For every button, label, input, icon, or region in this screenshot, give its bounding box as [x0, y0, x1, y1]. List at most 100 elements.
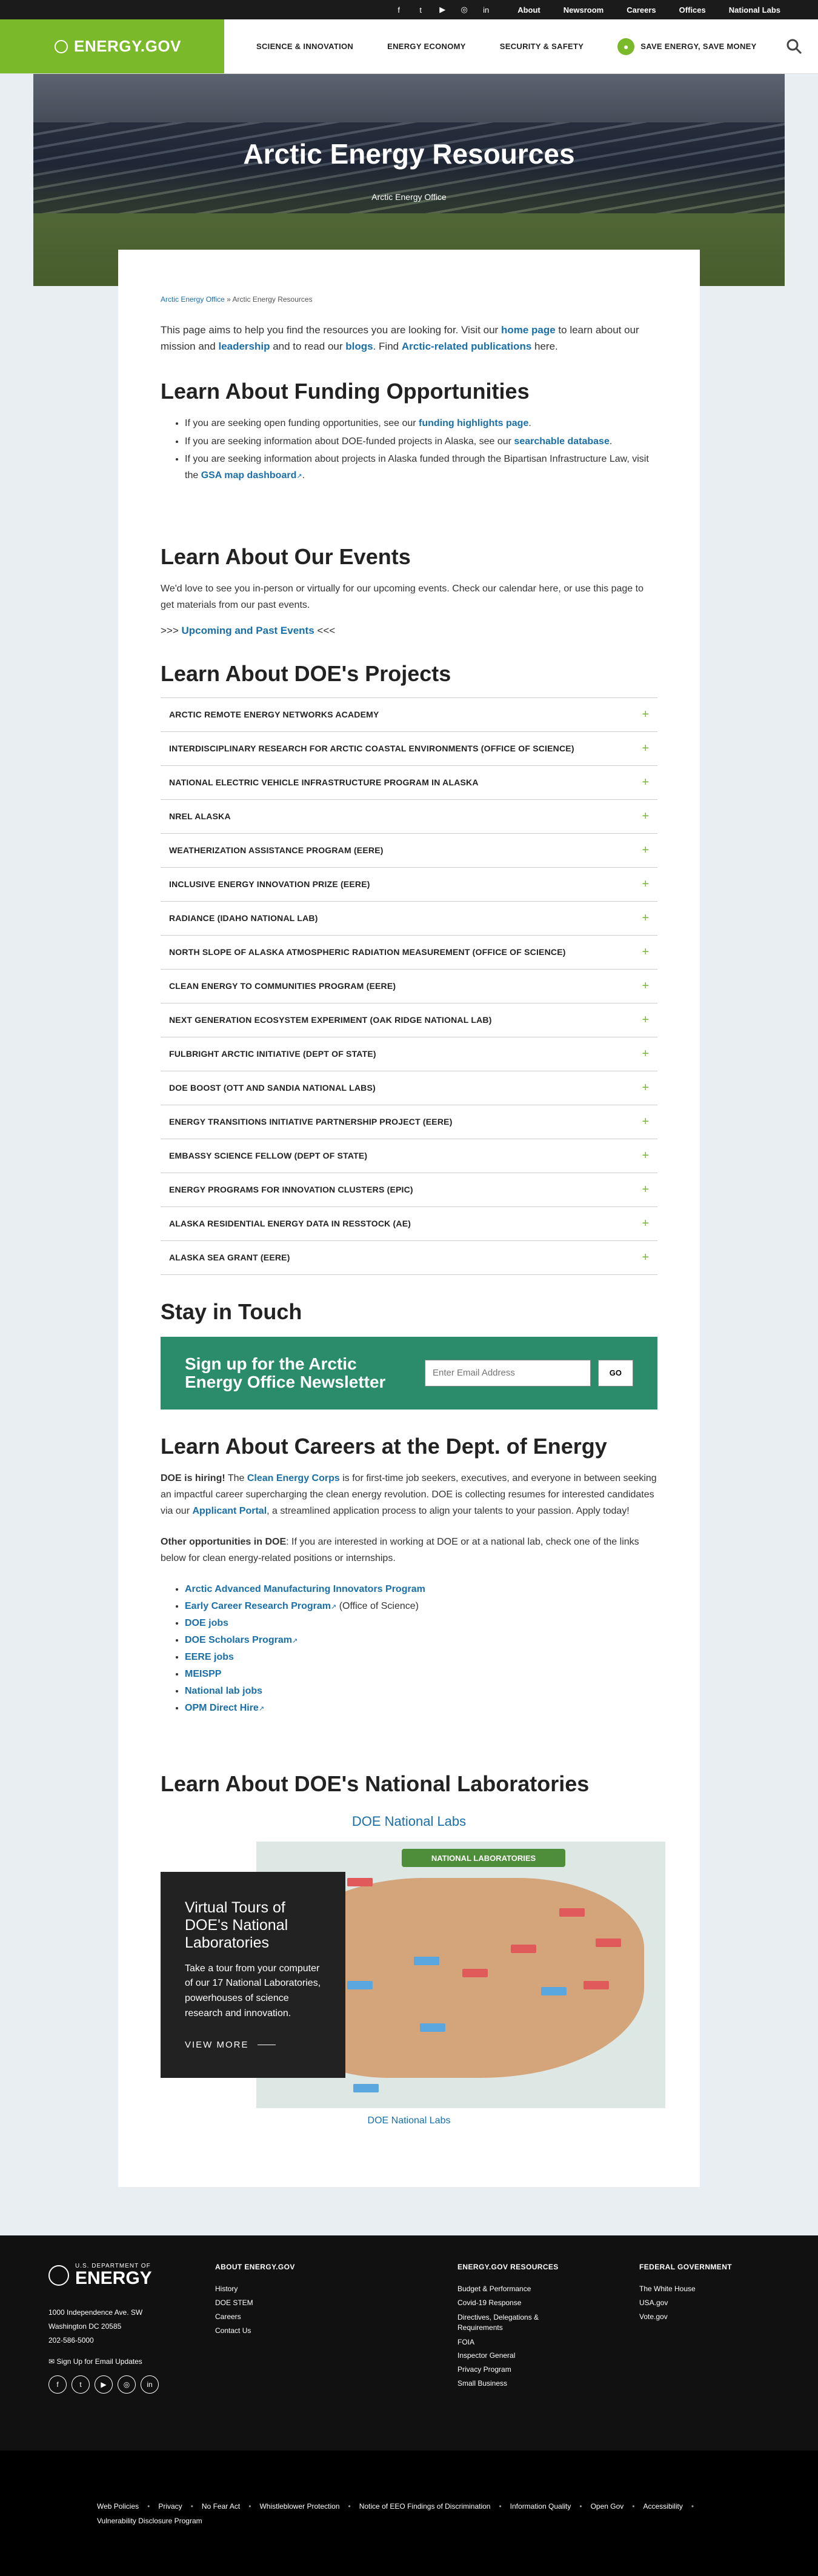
plus-icon: +: [642, 1148, 649, 1162]
footer-link[interactable]: Small Business: [457, 2377, 639, 2391]
footer-link[interactable]: Covid-19 Response: [457, 2296, 639, 2310]
footer-link[interactable]: DOE STEM: [215, 2296, 457, 2310]
view-more-button[interactable]: VIEW MORE: [185, 2040, 321, 2050]
site-footer: U.S. DEPARTMENT OF ENERGY 1000 Independe…: [0, 2235, 818, 2451]
leadership-link[interactable]: leadership: [218, 341, 270, 352]
subfooter-link[interactable]: Web Policies: [97, 2502, 139, 2511]
accordion-item[interactable]: CLEAN ENERGY TO COMMUNITIES PROGRAM (EER…: [161, 970, 657, 1003]
footer-link[interactable]: Budget & Performance: [457, 2282, 639, 2296]
accordion-item[interactable]: ARCTIC REMOTE ENERGY NETWORKS ACADEMY +: [161, 698, 657, 732]
doe-seal-icon: [48, 2265, 69, 2286]
nav-energy-economy[interactable]: ENERGY ECONOMY: [370, 42, 483, 51]
subfooter-link[interactable]: No Fear Act: [202, 2502, 240, 2511]
accordion-item[interactable]: EMBASSY SCIENCE FELLOW (DEPT OF STATE) +: [161, 1139, 657, 1173]
youtube-icon[interactable]: ▶: [95, 2375, 113, 2394]
footer-link[interactable]: Careers: [215, 2310, 457, 2324]
facebook-icon[interactable]: f: [48, 2375, 67, 2394]
map-banner: NATIONAL LABORATORIES: [402, 1849, 565, 1868]
gsa-map-dashboard-link[interactable]: GSA map dashboard: [201, 470, 297, 481]
utility-link-offices[interactable]: Offices: [672, 5, 713, 15]
email-field[interactable]: [424, 1359, 591, 1386]
subfooter-link[interactable]: Privacy: [158, 2502, 182, 2511]
careers-link[interactable]: DOE Scholars Program: [185, 1635, 292, 1645]
instagram-icon[interactable]: ◎: [118, 2375, 136, 2394]
site-logo[interactable]: ENERGY.GOV: [0, 19, 224, 73]
careers-link[interactable]: EERE jobs: [185, 1652, 234, 1662]
careers-link[interactable]: DOE jobs: [185, 1618, 228, 1628]
sub-footer-links: Web Policies • Privacy • No Fear Act • Whis…: [97, 2502, 694, 2526]
careers-link[interactable]: MEISPP: [185, 1669, 221, 1679]
go-button[interactable]: GO: [597, 1359, 633, 1386]
accordion-item[interactable]: DOE BOOST (OTT AND SANDIA NATIONAL LABS)…: [161, 1071, 657, 1105]
upcoming-past-events-link[interactable]: Upcoming and Past Events: [182, 625, 314, 636]
accordion-item[interactable]: NATIONAL ELECTRIC VEHICLE INFRASTRUCTURE…: [161, 766, 657, 800]
footer-link[interactable]: Inspector General: [457, 2349, 639, 2363]
clean-energy-corps-link[interactable]: Clean Energy Corps: [247, 1473, 340, 1483]
careers-link[interactable]: National lab jobs: [185, 1686, 262, 1696]
careers-link[interactable]: OPM Direct Hire: [185, 1703, 259, 1713]
blogs-link[interactable]: blogs: [345, 341, 373, 352]
twitter-icon[interactable]: t: [71, 2375, 90, 2394]
search-button[interactable]: [783, 36, 805, 58]
youtube-icon[interactable]: ▶: [437, 5, 447, 15]
instagram-icon[interactable]: ◎: [459, 5, 469, 15]
footer-logo[interactable]: U.S. DEPARTMENT OF ENERGY: [48, 2263, 215, 2288]
home-page-link[interactable]: home page: [501, 324, 556, 336]
careers-link[interactable]: Arctic Advanced Manufacturing Innovators…: [185, 1584, 425, 1594]
publications-link[interactable]: Arctic-related publications: [402, 341, 531, 352]
subfooter-link[interactable]: Vulnerability Disclosure Program: [97, 2517, 202, 2525]
linkedin-icon[interactable]: in: [481, 5, 491, 15]
tour-card-text: Take a tour from your computer of our 17…: [185, 1963, 321, 2019]
footer-link[interactable]: FOIA: [457, 2335, 639, 2349]
subfooter-link[interactable]: Whistleblower Protection: [259, 2502, 339, 2511]
nav-save-energy-label: SAVE ENERGY, SAVE MONEY: [640, 42, 757, 51]
list-item: If you are seeking information about DOE…: [185, 433, 657, 450]
accordion-item[interactable]: NEXT GENERATION ECOSYSTEM EXPERIMENT (OA…: [161, 1003, 657, 1037]
logo-wordmark: ENERGY.GOV: [74, 37, 181, 55]
subfooter-link[interactable]: Notice of EEO Findings of Discrimination: [359, 2502, 491, 2511]
labs-heading: Learn About DOE's National Laboratories: [161, 1771, 590, 1797]
subfooter-link[interactable]: Information Quality: [510, 2502, 571, 2511]
applicant-portal-link[interactable]: Applicant Portal: [192, 1506, 267, 1516]
careers-link[interactable]: Early Career Research Program: [185, 1601, 331, 1611]
accordion-item[interactable]: NREL ALASKA +: [161, 800, 657, 834]
accordion-item[interactable]: INTERDISCIPLINARY RESEARCH FOR ARCTIC CO…: [161, 732, 657, 766]
accordion-item[interactable]: ENERGY TRANSITIONS INITIATIVE PARTNERSHI…: [161, 1105, 657, 1139]
accordion-item[interactable]: NORTH SLOPE OF ALASKA ATMOSPHERIC RADIAT…: [161, 936, 657, 970]
utility-link-national-labs[interactable]: National Labs: [722, 5, 788, 15]
accordion-item[interactable]: RADIANCE (IDAHO NATIONAL LAB) +: [161, 902, 657, 936]
footer-link[interactable]: Privacy Program: [457, 2363, 639, 2377]
hero-subtitle: Arctic Energy Office: [371, 192, 447, 202]
utility-link-about[interactable]: About: [510, 5, 548, 15]
twitter-icon[interactable]: t: [416, 5, 425, 15]
projects-accordion: ARCTIC REMOTE ENERGY NETWORKS ACADEMY + I…: [161, 697, 657, 1275]
facebook-icon[interactable]: f: [394, 5, 404, 15]
footer-link[interactable]: Contact Us: [215, 2324, 457, 2338]
footer-link[interactable]: The White House: [639, 2282, 748, 2296]
nav-save-energy[interactable]: ● SAVE ENERGY, SAVE MONEY: [600, 38, 756, 55]
accordion-item[interactable]: WEATHERIZATION ASSISTANCE PROGRAM (EERE)…: [161, 834, 657, 868]
linkedin-icon[interactable]: in: [141, 2375, 159, 2394]
searchable-database-link[interactable]: searchable database: [514, 436, 609, 447]
footer-link[interactable]: Vote.gov: [639, 2310, 748, 2324]
accordion-item[interactable]: ENERGY PROGRAMS FOR INNOVATION CLUSTERS …: [161, 1173, 657, 1207]
envelope-icon: ✉: [48, 2357, 55, 2366]
main-nav: SCIENCE & INNOVATION ENERGY ECONOMY SECU…: [224, 19, 805, 73]
breadcrumb-office-link[interactable]: Arctic Energy Office: [161, 295, 225, 304]
accordion-item[interactable]: FULBRIGHT ARCTIC INITIATIVE (DEPT OF STA…: [161, 1037, 657, 1071]
subfooter-link[interactable]: Open Gov: [591, 2502, 624, 2511]
utility-link-newsroom[interactable]: Newsroom: [556, 5, 611, 15]
nav-science-innovation[interactable]: SCIENCE & INNOVATION: [239, 42, 370, 51]
accordion-item[interactable]: ALASKA RESIDENTIAL ENERGY DATA IN RESSTO…: [161, 1207, 657, 1241]
subfooter-link[interactable]: Accessibility: [643, 2502, 683, 2511]
email-signup-link[interactable]: ✉ Sign Up for Email Updates: [48, 2357, 215, 2366]
footer-link[interactable]: History: [215, 2282, 457, 2296]
utility-link-careers[interactable]: Careers: [619, 5, 663, 15]
footer-link[interactable]: Directives, Delegations & Requirements: [457, 2312, 567, 2333]
funding-highlights-link[interactable]: funding highlights page: [419, 418, 528, 428]
nav-security-safety[interactable]: SECURITY & SAFETY: [483, 42, 601, 51]
footer-link[interactable]: USA.gov: [639, 2296, 748, 2310]
accordion-item[interactable]: ALASKA SEA GRANT (EERE) +: [161, 1241, 657, 1275]
list-item: Arctic Advanced Manufacturing Innovators…: [185, 1581, 657, 1598]
accordion-item[interactable]: INCLUSIVE ENERGY INNOVATION PRIZE (EERE)…: [161, 868, 657, 902]
